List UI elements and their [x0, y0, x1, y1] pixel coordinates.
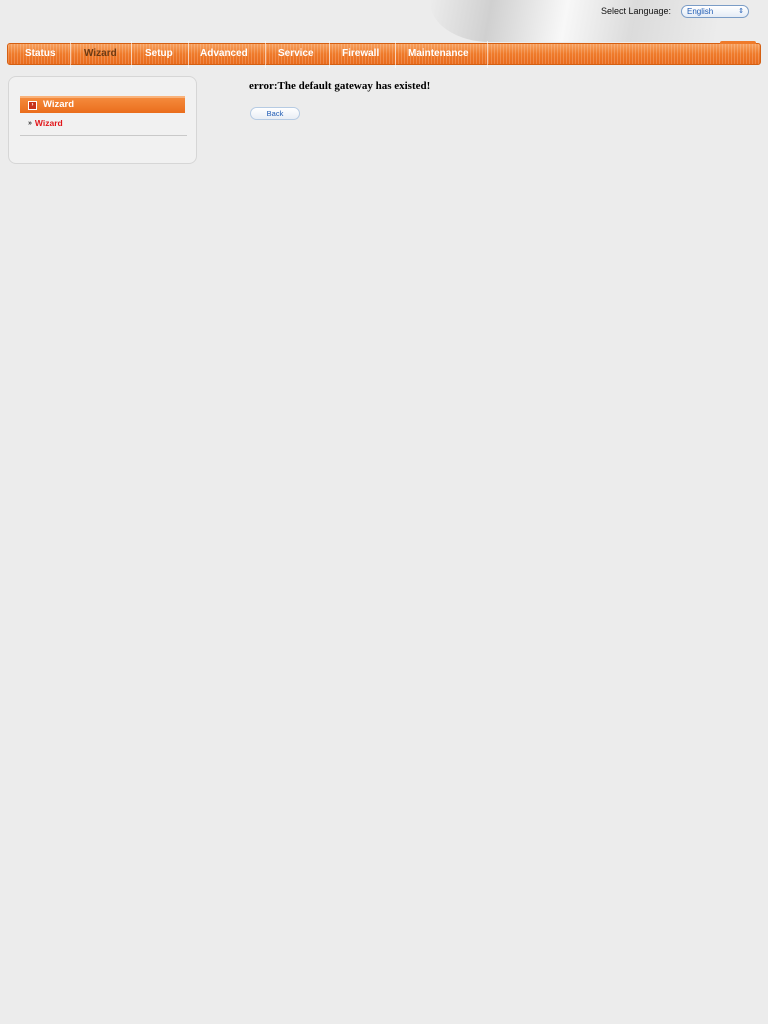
nav-separator — [395, 41, 396, 68]
chevron-right-icon: › — [28, 101, 37, 110]
sidebar-header-label: Wizard — [43, 99, 75, 110]
error-message: error:The default gateway has existed! — [249, 80, 431, 92]
nav-separator — [188, 41, 189, 68]
nav-tab-setup[interactable]: Setup — [145, 47, 173, 61]
main-nav-bar: Status Wizard Setup Advanced Service Fir… — [7, 41, 761, 68]
back-button[interactable]: Back — [250, 107, 300, 120]
language-select[interactable]: English ⇕ — [681, 5, 749, 18]
nav-notch-decoration — [720, 41, 756, 44]
nav-tab-wizard[interactable]: Wizard — [84, 47, 117, 61]
nav-tab-status[interactable]: Status — [25, 47, 56, 61]
sidebar-header: › Wizard — [20, 96, 185, 113]
page: Select Language: English ⇕ Status Wizard… — [0, 0, 768, 1024]
nav-separator — [487, 41, 488, 68]
sidebar-panel: › Wizard » Wizard — [8, 76, 197, 164]
bullet-arrow-icon: » — [28, 120, 32, 127]
nav-tab-firewall[interactable]: Firewall — [342, 47, 379, 61]
sidebar-divider — [20, 135, 187, 136]
nav-tab-advanced[interactable]: Advanced — [200, 47, 248, 61]
sidebar-item-wizard[interactable]: » Wizard — [28, 118, 63, 128]
nav-separator — [131, 41, 132, 68]
nav-separator — [265, 41, 266, 68]
nav-separator — [329, 41, 330, 68]
nav-separator — [70, 41, 71, 68]
select-arrows-icon: ⇕ — [738, 8, 744, 15]
sidebar-item-label: Wizard — [34, 118, 63, 128]
nav-tab-maintenance[interactable]: Maintenance — [408, 47, 469, 61]
language-select-value: English — [687, 7, 714, 16]
language-label: Select Language: — [601, 6, 672, 16]
nav-tab-service[interactable]: Service — [278, 47, 314, 61]
